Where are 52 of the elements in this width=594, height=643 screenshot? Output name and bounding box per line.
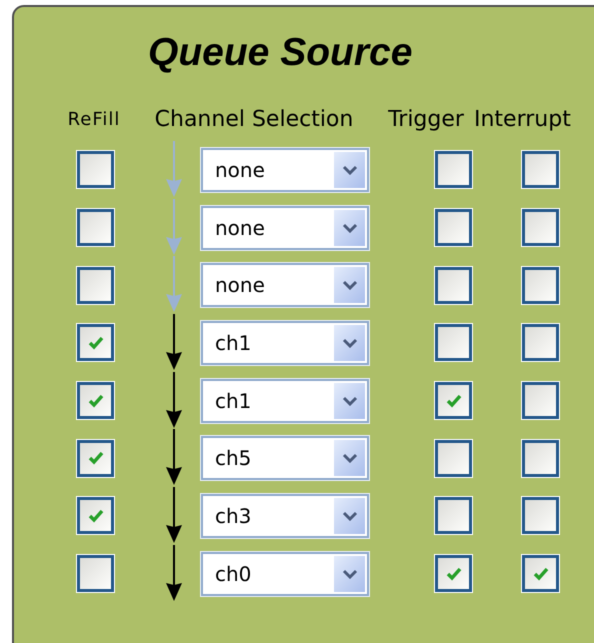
- check-icon: [88, 451, 104, 466]
- checkbox[interactable]: [77, 555, 114, 592]
- chevron-down-icon: [342, 338, 358, 348]
- checkbox[interactable]: [522, 382, 559, 420]
- checkbox[interactable]: [522, 497, 559, 534]
- checkbox[interactable]: [77, 440, 114, 477]
- channel-dropdown[interactable]: ch3: [201, 494, 369, 538]
- channel-dropdown[interactable]: none: [201, 263, 369, 308]
- chevron-down-icon: [342, 453, 358, 464]
- checkbox[interactable]: [522, 209, 559, 246]
- chevron-down-icon: [342, 280, 358, 290]
- checkbox[interactable]: [77, 324, 114, 362]
- checkbox[interactable]: [435, 497, 472, 534]
- check-icon: [88, 336, 104, 350]
- checkbox[interactable]: [522, 151, 559, 188]
- checkbox[interactable]: [522, 555, 559, 592]
- column-header: Channel Selection: [154, 109, 354, 131]
- checkbox[interactable]: [435, 266, 472, 304]
- channel-dropdown[interactable]: none: [201, 206, 369, 250]
- column-header: Trigger: [387, 109, 465, 131]
- channel-dropdown[interactable]: ch5: [201, 436, 369, 480]
- checkbox[interactable]: [77, 151, 114, 188]
- chevron-down-icon: [342, 396, 358, 406]
- column-header: Interrupt: [474, 109, 572, 131]
- chevron-down-icon: [342, 164, 358, 175]
- checkbox[interactable]: [435, 555, 472, 592]
- check-icon: [446, 394, 462, 408]
- check-icon: [88, 394, 104, 408]
- checkbox[interactable]: [435, 151, 472, 188]
- channel-dropdown[interactable]: ch1: [201, 378, 369, 423]
- checkbox[interactable]: [77, 497, 114, 534]
- channel-dropdown[interactable]: none: [201, 148, 369, 192]
- panel-title: Queue Source: [148, 32, 412, 72]
- check-icon: [446, 566, 462, 581]
- checkbox[interactable]: [522, 324, 559, 362]
- column-header: ReFill: [66, 111, 122, 129]
- checkbox[interactable]: [522, 266, 559, 304]
- checkbox[interactable]: [435, 324, 472, 362]
- chevron-down-icon: [342, 510, 358, 521]
- checkbox[interactable]: [435, 440, 472, 477]
- checkbox[interactable]: [77, 266, 114, 304]
- checkbox[interactable]: [435, 382, 472, 420]
- check-icon: [88, 508, 104, 523]
- checkbox[interactable]: [77, 209, 114, 246]
- chevron-down-icon: [342, 568, 358, 579]
- channel-dropdown[interactable]: ch1: [201, 320, 369, 365]
- check-icon: [532, 566, 548, 581]
- checkbox[interactable]: [77, 382, 114, 420]
- chevron-down-icon: [342, 222, 358, 233]
- checkbox[interactable]: [522, 440, 559, 477]
- checkbox[interactable]: [435, 209, 472, 246]
- channel-dropdown[interactable]: ch0: [201, 552, 369, 596]
